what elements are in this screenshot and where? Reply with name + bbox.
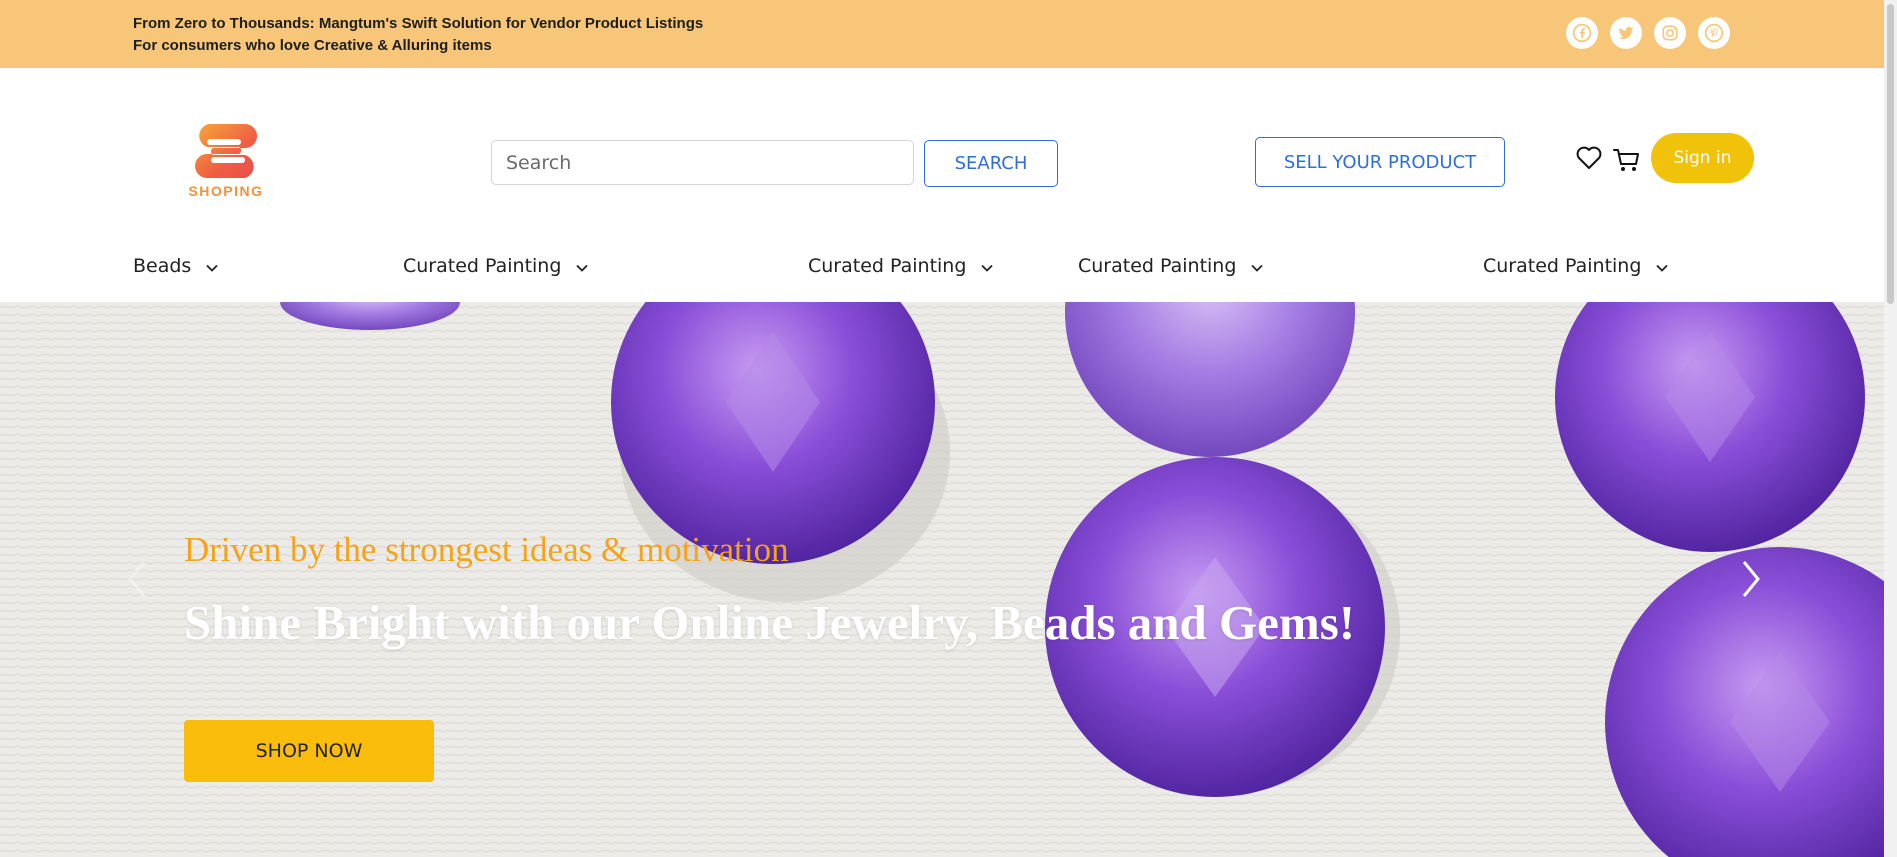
carousel-prev-icon[interactable] [122, 554, 152, 604]
nav-item-label: Curated Painting [808, 255, 967, 277]
search-input[interactable] [491, 140, 914, 185]
announcement-line-2: For consumers who love Creative & Alluri… [133, 37, 492, 54]
logo-text: SHOPING [188, 183, 264, 199]
twitter-icon [1618, 26, 1634, 40]
instagram-link[interactable] [1654, 17, 1686, 49]
site-logo[interactable]: SHOPING [183, 122, 269, 202]
hero-kicker: Driven by the strongest ideas & motivati… [184, 530, 789, 569]
pinterest-link[interactable] [1698, 17, 1730, 49]
chevron-down-icon [576, 264, 589, 272]
announcement-text: From Zero to Thousands: Mangtum's Swift … [133, 13, 703, 57]
chevron-down-icon [1251, 264, 1264, 272]
page-scrollbar[interactable] [1884, 0, 1897, 857]
pinterest-icon [1704, 23, 1724, 43]
nav-item-curated-painting-2[interactable]: Curated Painting [808, 251, 994, 281]
facebook-link[interactable] [1566, 17, 1598, 49]
heart-icon[interactable] [1574, 143, 1604, 173]
nav-item-label: Curated Painting [1078, 255, 1237, 277]
hero-carousel: Driven by the strongest ideas & motivati… [0, 302, 1897, 857]
nav-item-curated-painting-4[interactable]: Curated Painting [1483, 251, 1669, 281]
nav-item-curated-painting-1[interactable]: Curated Painting [403, 251, 589, 281]
announcement-bar: From Zero to Thousands: Mangtum's Swift … [0, 0, 1897, 68]
cart-icon[interactable] [1612, 145, 1642, 175]
sign-in-button[interactable]: Sign in [1651, 133, 1754, 183]
hero-title: Shine Bright with our Online Jewelry, Be… [184, 595, 1356, 650]
chevron-down-icon [981, 264, 994, 272]
social-links [1566, 17, 1730, 49]
nav-item-curated-painting-3[interactable]: Curated Painting [1078, 251, 1264, 281]
sell-your-product-button[interactable]: SELL YOUR PRODUCT [1255, 137, 1505, 187]
shop-now-button[interactable]: SHOP NOW [184, 720, 434, 782]
search-button[interactable]: SEARCH [924, 140, 1058, 187]
scrollbar-thumb[interactable] [1887, 4, 1894, 304]
instagram-icon [1662, 25, 1678, 41]
facebook-icon [1572, 23, 1592, 43]
chevron-down-icon [206, 264, 218, 272]
chevron-down-icon [1656, 264, 1669, 272]
logo-s-icon [195, 124, 257, 178]
nav-item-label: Beads [133, 255, 192, 277]
nav-item-label: Curated Painting [1483, 255, 1642, 277]
twitter-link[interactable] [1610, 17, 1642, 49]
nav-item-label: Curated Painting [403, 255, 562, 277]
carousel-next-icon[interactable] [1736, 554, 1766, 604]
announcement-line-1: From Zero to Thousands: Mangtum's Swift … [133, 15, 704, 32]
nav-item-beads[interactable]: Beads [133, 251, 219, 281]
